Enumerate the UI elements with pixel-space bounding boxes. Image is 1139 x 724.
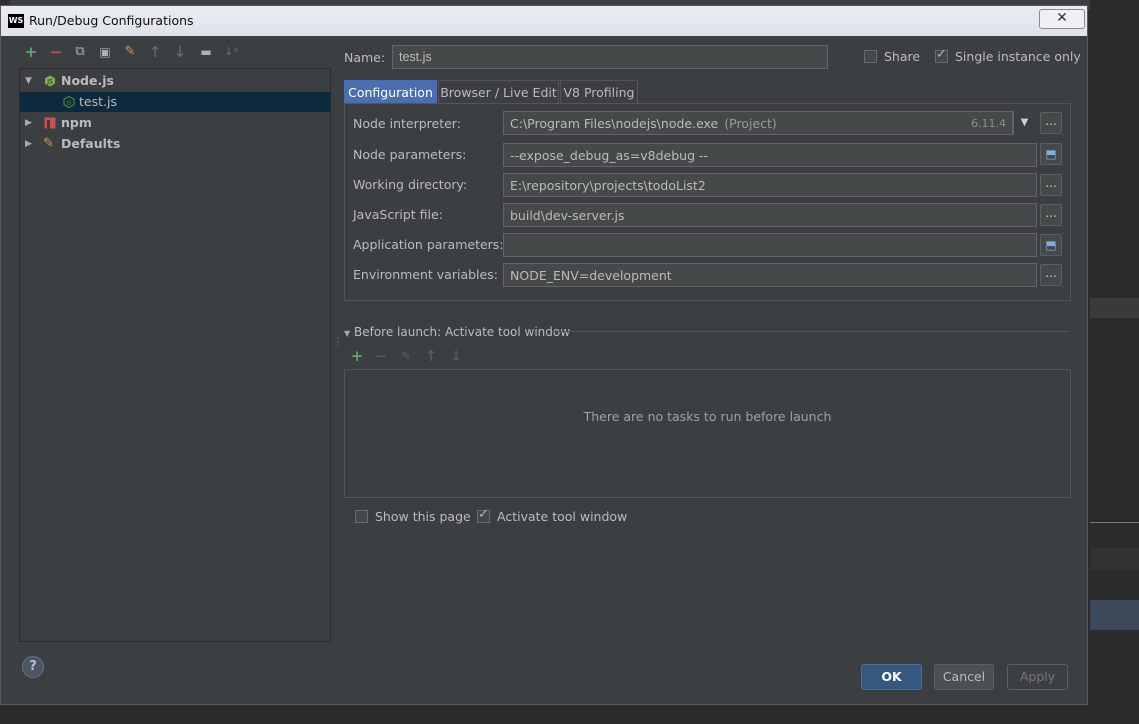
npm-icon	[44, 117, 56, 129]
application-parameters-label: Application parameters:	[353, 237, 504, 252]
name-input[interactable]	[392, 45, 828, 69]
single-instance-label: Single instance only	[955, 49, 1081, 64]
before-launch-tasks-list[interactable]: There are no tasks to run before launch	[344, 369, 1071, 498]
check-icon: ✓	[936, 47, 947, 62]
move-down-icon[interactable]: ↓	[171, 43, 189, 61]
tab-browser-live-edit[interactable]: Browser / Live Edit	[438, 80, 559, 104]
working-directory-input[interactable]: E:\repository\projects\todoList2	[503, 173, 1037, 197]
ide-background-right	[1090, 0, 1139, 724]
window-title: Run/Debug Configurations	[29, 13, 194, 28]
tree-item-npm[interactable]: ▶ npm	[20, 113, 330, 133]
activate-tool-window-label: Activate tool window	[497, 509, 628, 524]
node-interpreter-select[interactable]: C:\Program Files\nodejs\node.exe (Project…	[503, 111, 1013, 135]
activate-tool-window-checkbox[interactable]: ✓	[477, 507, 490, 523]
cancel-button[interactable]: Cancel	[934, 664, 994, 690]
chevron-down-icon[interactable]: ▼	[1013, 111, 1035, 135]
name-label: Name:	[344, 50, 386, 65]
before-launch-title: Before launch: Activate tool window	[353, 325, 571, 339]
single-instance-checkbox[interactable]: ✓	[935, 47, 948, 63]
nodejs-icon: JS	[45, 75, 55, 87]
separator	[552, 331, 1070, 332]
application-parameters-expand-button[interactable]: ⬒	[1040, 234, 1062, 256]
configurations-tree: ▼ JS Node.js JS test.js ▶ npm ▶ ✎ Defaul…	[19, 68, 331, 642]
javascript-file-label: JavaScript file:	[353, 207, 443, 222]
expanded-arrow-icon[interactable]: ▼	[25, 71, 35, 91]
javascript-file-browse-button[interactable]: ...	[1040, 204, 1062, 226]
show-this-page-checkbox[interactable]	[355, 510, 368, 523]
check-icon: ✓	[478, 507, 489, 522]
empty-tasks-message: There are no tasks to run before launch	[583, 409, 832, 424]
collapse-arrow-icon[interactable]: ▼	[344, 329, 350, 338]
share-checkbox[interactable]	[864, 50, 877, 63]
node-parameters-input[interactable]: --expose_debug_as=v8debug --	[503, 143, 1037, 167]
move-task-up-icon[interactable]: ↑	[422, 347, 440, 365]
tab-v8-profiling[interactable]: V8 Profiling	[560, 80, 638, 104]
splitter-handle[interactable]: ⋮	[333, 337, 343, 348]
save-icon[interactable]: ▣	[96, 43, 114, 61]
ok-button[interactable]: OK	[861, 664, 922, 690]
application-parameters-input[interactable]	[503, 233, 1037, 257]
add-task-icon[interactable]: +	[348, 347, 366, 365]
edit-task-icon[interactable]: ✎	[397, 347, 415, 365]
svg-text:JS: JS	[46, 79, 53, 86]
expand-icon: ⬒	[1045, 147, 1057, 161]
add-icon[interactable]: +	[22, 43, 40, 61]
javascript-file-input[interactable]: build\dev-server.js	[503, 203, 1037, 227]
wrench-icon: ✎	[43, 136, 54, 151]
expand-icon: ⬒	[1045, 238, 1057, 252]
tree-label: test.js	[79, 94, 117, 109]
tree-item-defaults[interactable]: ▶ ✎ Defaults	[20, 134, 330, 154]
help-button[interactable]: ?	[22, 656, 44, 678]
remove-icon[interactable]: −	[47, 43, 65, 61]
node-interpreter-browse-button[interactable]: ...	[1040, 112, 1062, 134]
remove-task-icon[interactable]: −	[372, 347, 390, 365]
node-interpreter-label: Node interpreter:	[353, 116, 461, 131]
show-this-page-label: Show this page	[375, 509, 471, 524]
webstorm-logo-icon: WS	[8, 14, 24, 28]
environment-variables-label: Environment variables:	[353, 267, 498, 282]
folder-icon[interactable]: ▬	[197, 43, 215, 61]
node-parameters-expand-button[interactable]: ⬒	[1040, 143, 1062, 165]
share-label: Share	[884, 49, 921, 64]
edit-defaults-icon[interactable]: ✎	[121, 43, 139, 61]
node-interpreter-hint: (Project)	[724, 116, 777, 131]
tree-label: Node.js	[61, 73, 114, 88]
copy-icon[interactable]: ⧉	[71, 43, 89, 61]
collapsed-arrow-icon[interactable]: ▶	[25, 134, 35, 154]
close-button[interactable]: ✕	[1039, 9, 1085, 29]
svg-text:JS: JS	[65, 101, 72, 107]
node-interpreter-path: C:\Program Files\nodejs\node.exe	[510, 116, 719, 131]
collapsed-arrow-icon[interactable]: ▶	[25, 113, 35, 133]
node-parameters-label: Node parameters:	[353, 147, 467, 162]
tab-configuration[interactable]: Configuration	[344, 80, 437, 104]
tree-label: Defaults	[61, 136, 121, 151]
ide-background-bottom	[0, 706, 1139, 724]
tree-label: npm	[61, 115, 92, 130]
working-directory-label: Working directory:	[353, 177, 468, 192]
move-up-icon[interactable]: ↑	[146, 43, 164, 61]
node-version: 6.11.4	[971, 117, 1006, 130]
nodejs-file-icon: JS	[63, 96, 75, 108]
title-bar[interactable]: WS Run/Debug Configurations ✕	[1, 6, 1087, 36]
tree-item-test-js[interactable]: JS test.js	[20, 92, 330, 112]
sort-icon[interactable]: ↓ᵃ	[222, 43, 240, 61]
working-directory-browse-button[interactable]: ...	[1040, 174, 1062, 196]
environment-variables-input[interactable]: NODE_ENV=development	[503, 263, 1037, 287]
before-launch-header[interactable]: ▼ Before launch: Activate tool window	[344, 325, 570, 339]
environment-variables-browse-button[interactable]: ...	[1040, 264, 1062, 286]
tree-item-nodejs[interactable]: ▼ JS Node.js	[20, 71, 330, 91]
apply-button[interactable]: Apply	[1007, 664, 1068, 690]
move-task-down-icon[interactable]: ↓	[447, 347, 465, 365]
